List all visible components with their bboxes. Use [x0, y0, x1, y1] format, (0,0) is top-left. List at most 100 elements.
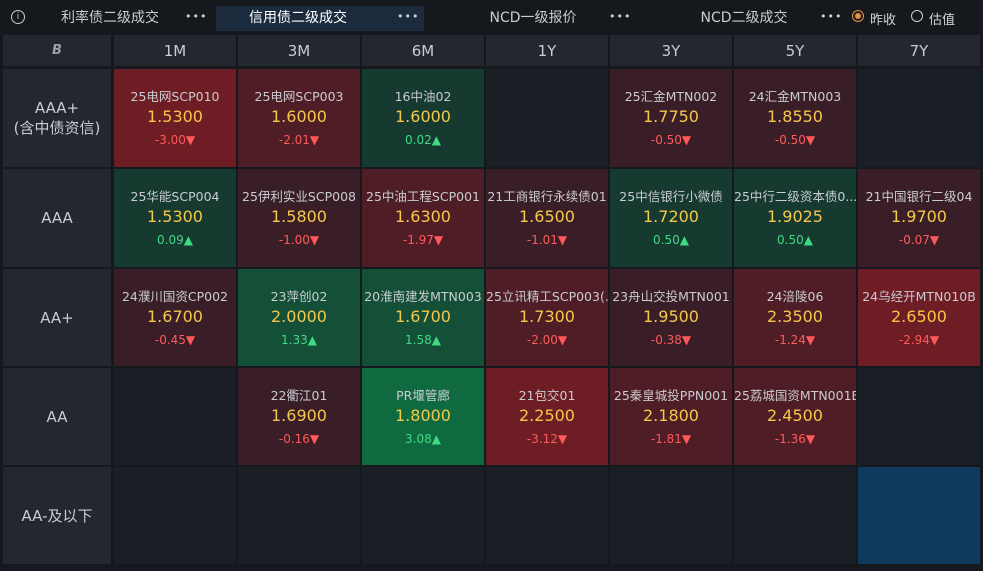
row-header: AAA [3, 169, 111, 267]
bond-name: 25荔城国资MTN001B [734, 388, 856, 403]
tab-ncd-secondary[interactable]: NCD二级成交 [680, 6, 808, 31]
tab-bar: i 利率债二级成交 ••• 信用债二级成交 ••• NCD一级报价 ••• NC… [0, 0, 983, 35]
bond-cell[interactable]: 20淮南建发MTN003 1.6700 1.58▲ [362, 269, 484, 366]
bond-cell[interactable]: 25伊利实业SCP008 1.5800 -1.00▼ [238, 169, 360, 267]
row-header-sublabel: (含中债资信) [13, 119, 101, 137]
bond-yield: 1.8550 [767, 107, 823, 126]
bond-change: -1.81▼ [650, 432, 692, 446]
bond-change: -1.01▼ [526, 233, 568, 247]
bond-cell[interactable]: 24汇金MTN003 1.8550 -0.50▼ [734, 69, 856, 167]
row-header-label: AAA [41, 209, 73, 227]
bond-yield: 1.6500 [519, 207, 575, 226]
bond-cell[interactable]: 23舟山交投MTN001 1.9500 -0.38▼ [610, 269, 732, 366]
empty-cell[interactable] [114, 467, 236, 564]
bond-yield: 1.7200 [643, 207, 699, 226]
bond-cell[interactable]: 25华能SCP004 1.5300 0.09▲ [114, 169, 236, 267]
bond-yield: 2.3500 [767, 307, 823, 326]
bond-cell[interactable]: 24濮川国资CP002 1.6700 -0.45▼ [114, 269, 236, 366]
bond-change: -3.00▼ [154, 133, 196, 147]
bond-change: -2.00▼ [526, 333, 568, 347]
empty-cell[interactable] [858, 467, 980, 564]
bond-name: 22衢江01 [270, 388, 328, 403]
bond-name: 21工商银行永续债01 [487, 189, 607, 204]
tab-ncd-primary-quote[interactable]: NCD一级报价 [470, 6, 596, 31]
radio-label-prev-close: 昨收 [870, 13, 897, 28]
bond-cell[interactable]: 25中油工程SCP001 1.6300 -1.97▼ [362, 169, 484, 267]
empty-cell[interactable] [362, 467, 484, 564]
bond-change: -2.94▼ [898, 333, 940, 347]
column-header: 1M [114, 35, 236, 66]
empty-cell[interactable] [114, 368, 236, 465]
bond-change: -1.00▼ [278, 233, 320, 247]
bond-name: 24濮川国资CP002 [121, 289, 229, 304]
bond-change: -0.38▼ [650, 333, 692, 347]
bond-name: 25中油工程SCP001 [366, 189, 480, 204]
more-options-icon[interactable]: ••• [609, 10, 631, 23]
bond-cell[interactable]: 22衢江01 1.6900 -0.16▼ [238, 368, 360, 465]
bond-change: -1.97▼ [402, 233, 444, 247]
more-options-icon[interactable]: ••• [397, 10, 419, 23]
bond-cell[interactable]: 25荔城国资MTN001B 2.4500 -1.36▼ [734, 368, 856, 465]
bond-cell[interactable]: 21包交01 2.2500 -3.12▼ [486, 368, 608, 465]
bond-name: 25电网SCP003 [254, 89, 344, 104]
tab-rate-bond-secondary[interactable]: 利率债二级成交 [45, 6, 175, 31]
empty-cell[interactable] [734, 467, 856, 564]
bond-cell[interactable]: 25电网SCP010 1.5300 -3.00▼ [114, 69, 236, 167]
bond-name: 24涪陵06 [766, 289, 824, 304]
bond-name: 25中行二级资本债0... [734, 189, 856, 204]
bond-cell[interactable]: PR堰管廊 1.8000 3.08▲ [362, 368, 484, 465]
tab-credit-bond-secondary[interactable]: 信用债二级成交 [216, 6, 424, 31]
empty-cell[interactable] [858, 69, 980, 167]
empty-cell[interactable] [610, 467, 732, 564]
bond-change: 1.33▲ [281, 333, 317, 347]
bond-name: PR堰管廊 [396, 388, 450, 403]
tab-label: NCD一级报价 [489, 10, 577, 26]
empty-cell[interactable] [486, 69, 608, 167]
bond-yield: 1.5300 [147, 107, 203, 126]
bond-yield: 1.6000 [271, 107, 327, 126]
bond-cell[interactable]: 25中信银行小微债 1.7200 0.50▲ [610, 169, 732, 267]
bond-cell[interactable]: 25中行二级资本债0... 1.9025 0.50▲ [734, 169, 856, 267]
more-options-icon[interactable]: ••• [820, 10, 842, 23]
empty-cell[interactable] [858, 368, 980, 465]
bond-yield: 1.9025 [767, 207, 823, 226]
bond-name: 25伊利实业SCP008 [242, 189, 356, 204]
radio-label-valuation: 估值 [929, 13, 956, 28]
bond-yield: 1.5300 [147, 207, 203, 226]
radio-prev-close[interactable] [852, 10, 864, 22]
column-header: 5Y [734, 35, 856, 66]
bond-cell[interactable]: 24涪陵06 2.3500 -1.24▼ [734, 269, 856, 366]
bond-name: 23萍创02 [270, 289, 328, 304]
bond-cell[interactable]: 23萍创02 2.0000 1.33▲ [238, 269, 360, 366]
bond-change: 3.08▲ [405, 432, 441, 446]
empty-cell[interactable] [238, 467, 360, 564]
bond-cell[interactable]: 25汇金MTN002 1.7750 -0.50▼ [610, 69, 732, 167]
bond-cell[interactable]: 21中国银行二级04 1.9700 -0.07▼ [858, 169, 980, 267]
info-icon[interactable]: i [11, 10, 25, 24]
bond-name: 24汇金MTN003 [748, 89, 842, 104]
more-options-icon[interactable]: ••• [185, 10, 207, 23]
logo-text: B [52, 43, 62, 58]
bond-name: 25电网SCP010 [130, 89, 220, 104]
bond-change: -2.01▼ [278, 133, 320, 147]
radio-valuation[interactable] [911, 10, 923, 22]
bond-cell[interactable]: 16中油02 1.6000 0.02▲ [362, 69, 484, 167]
bond-cell[interactable]: 21工商银行永续债01 1.6500 -1.01▼ [486, 169, 608, 267]
bond-cell[interactable]: 25电网SCP003 1.6000 -2.01▼ [238, 69, 360, 167]
bond-yield: 2.0000 [271, 307, 327, 326]
row-header: AA+ [3, 269, 111, 366]
bond-name: 16中油02 [394, 89, 452, 104]
bond-change: 0.50▲ [653, 233, 689, 247]
bond-cell[interactable]: 24乌经开MTN010B 2.6500 -2.94▼ [858, 269, 980, 366]
row-header-label: AA-及以下 [21, 506, 93, 525]
bond-name: 25汇金MTN002 [624, 89, 718, 104]
bond-change: 1.58▲ [405, 333, 441, 347]
bond-cell[interactable]: 25立讯精工SCP003(... 1.7300 -2.00▼ [486, 269, 608, 366]
bond-change: -1.24▼ [774, 333, 816, 347]
bond-change: -1.36▼ [774, 432, 816, 446]
bond-cell[interactable]: 25秦皇城投PPN001 2.1800 -1.81▼ [610, 368, 732, 465]
column-header: 1Y [486, 35, 608, 66]
empty-cell[interactable] [486, 467, 608, 564]
bond-change: -3.12▼ [526, 432, 568, 446]
bond-name: 25华能SCP004 [130, 189, 220, 204]
